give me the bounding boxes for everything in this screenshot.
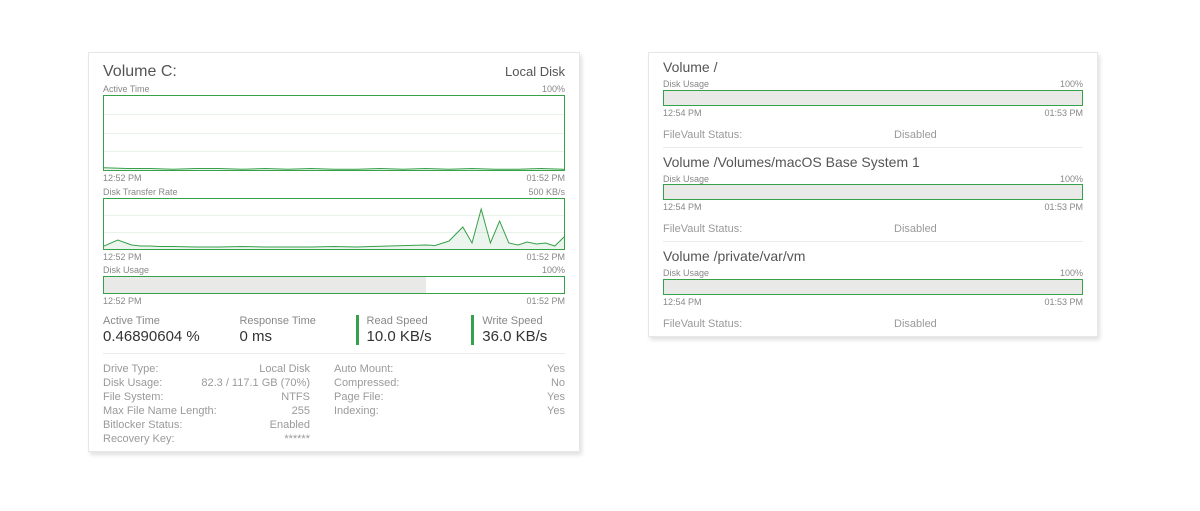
filevault-status-row: FileVault Status:Disabled [649, 310, 1097, 336]
detail-row: Disk Usage:82.3 / 117.1 GB (70%) [103, 376, 334, 390]
volume-entry: Volume /private/var/vm Disk Usage 100% 12:5… [649, 242, 1097, 310]
disk-usage-chart: Disk Usage 100% 12:52 PM 01:52 PM [89, 264, 579, 307]
volume-entry: Volume / Disk Usage 100% 12:54 PM 01:53 PM [649, 53, 1097, 121]
chart-end: 01:53 PM [1044, 108, 1083, 119]
chart-end: 01:52 PM [526, 252, 565, 263]
disk-usage-bar [663, 90, 1083, 106]
chart-title: Disk Usage [663, 79, 709, 90]
chart-start: 12:52 PM [103, 173, 142, 184]
divider [103, 353, 565, 354]
chart-max: 500 KB/s [528, 188, 565, 198]
volume-title: Volume C: [103, 63, 177, 81]
detail-row: Drive Type:Local Disk [103, 362, 334, 376]
filevault-status-row: FileVault Status:Disabled [649, 215, 1097, 241]
transfer-rate-chart: Disk Transfer Rate 500 KB/s 12:52 PM 01:… [89, 186, 579, 263]
chart-max: 100% [1060, 268, 1083, 279]
chart-max: 100% [542, 85, 565, 95]
volume-title: Volume /private/var/vm [663, 248, 1083, 264]
chart-max: 100% [1060, 174, 1083, 185]
chart-start: 12:54 PM [663, 297, 702, 308]
chart-start: 12:54 PM [663, 202, 702, 213]
details-table: Drive Type:Local DiskDisk Usage:82.3 / 1… [89, 358, 579, 458]
chart-start: 12:52 PM [103, 252, 142, 263]
chart-max: 100% [542, 266, 565, 276]
disk-usage-bar [663, 184, 1083, 200]
volume-entry: Volume /Volumes/macOS Base System 1 Disk … [649, 148, 1097, 216]
detail-row: Page File:Yes [334, 390, 565, 404]
disk-usage-bar [663, 279, 1083, 295]
detail-row: Recovery Key:****** [103, 432, 334, 446]
filevault-status-row: FileVault Status:Disabled [649, 121, 1097, 147]
stats-row: Active Time 0.46890604 % Response Time 0… [89, 307, 579, 349]
disk-card-windows: Volume C: Local Disk Active Time 100% 12… [88, 52, 580, 452]
stat-active-time: Active Time 0.46890604 % [103, 315, 217, 345]
chart-title: Disk Transfer Rate [103, 188, 178, 198]
chart-end: 01:53 PM [1044, 202, 1083, 213]
volume-subtitle: Local Disk [505, 64, 565, 79]
disk-card-mac: Volume / Disk Usage 100% 12:54 PM 01:53 PM Fi… [648, 52, 1098, 337]
chart-title: Disk Usage [103, 266, 149, 276]
chart-max: 100% [1060, 79, 1083, 90]
stat-response-time: Response Time 0 ms [239, 315, 333, 345]
chart-start: 12:54 PM [663, 108, 702, 119]
active-time-chart: Active Time 100% 12:52 PM 01:52 PM [89, 83, 579, 184]
chart-end: 01:52 PM [526, 296, 565, 307]
volume-title: Volume /Volumes/macOS Base System 1 [663, 154, 1083, 170]
detail-row: Compressed:No [334, 376, 565, 390]
stat-read-speed: Read Speed 10.0 KB/s [356, 315, 450, 345]
detail-row: Auto Mount:Yes [334, 362, 565, 376]
chart-title: Disk Usage [663, 174, 709, 185]
volume-title: Volume / [663, 59, 1083, 75]
detail-row: File System:NTFS [103, 390, 334, 404]
chart-title: Active Time [103, 85, 150, 95]
detail-row: Bitlocker Status:Enabled [103, 418, 334, 432]
disk-usage-bar [103, 276, 565, 294]
chart-end: 01:52 PM [526, 173, 565, 184]
detail-row: Max File Name Length:255 [103, 404, 334, 418]
chart-start: 12:52 PM [103, 296, 142, 307]
chart-end: 01:53 PM [1044, 297, 1083, 308]
chart-title: Disk Usage [663, 268, 709, 279]
detail-row: Indexing:Yes [334, 404, 565, 418]
stat-write-speed: Write Speed 36.0 KB/s [471, 315, 565, 345]
